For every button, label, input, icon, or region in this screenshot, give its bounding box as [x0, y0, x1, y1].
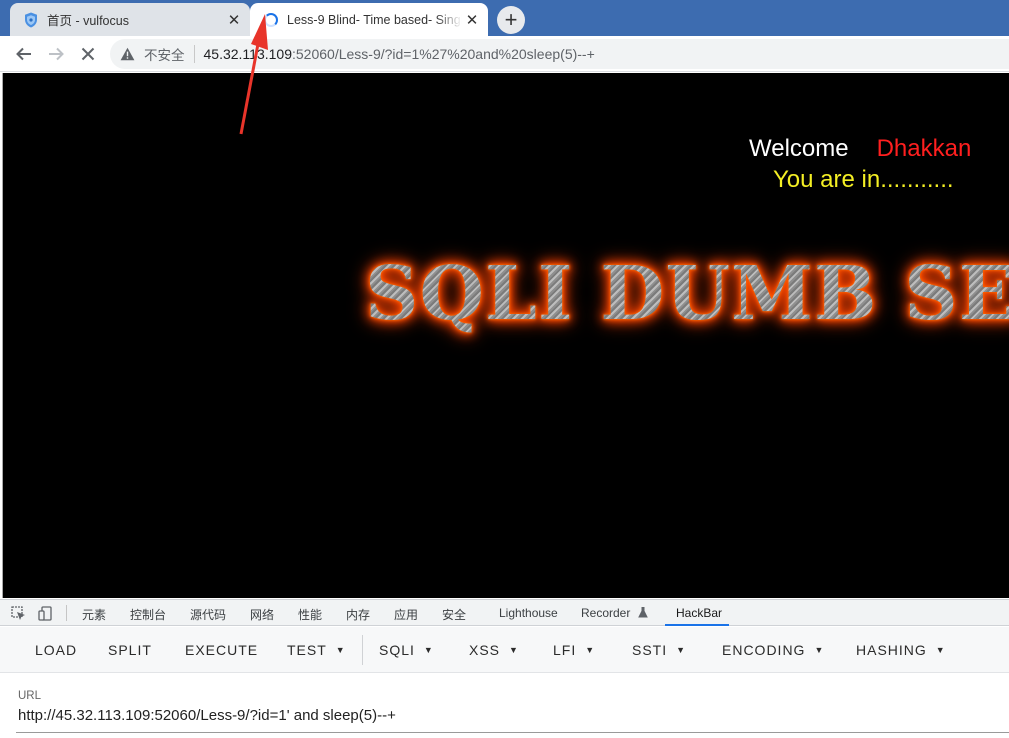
hackbar-toolbar: LOAD SPLIT EXECUTE TEST ▼ SQLI ▼ XSS ▼ LFI ▼…: [0, 627, 1009, 673]
load-button[interactable]: LOAD: [35, 642, 77, 658]
tab-less-9[interactable]: Less-9 Blind- Time based- Single Quotes-…: [250, 3, 488, 36]
tab-strip: 首页 - vulfocus ✕ Less-9 Blind- Time based…: [0, 0, 1009, 36]
hackbar-url-panel: URL http://45.32.113.109:52060/Less-9/?i…: [0, 674, 1009, 738]
welcome-text: Welcome: [749, 135, 849, 162]
tab-title: 首页 - vulfocus: [47, 14, 129, 28]
caret-down-icon: ▼: [585, 645, 596, 655]
devtools-tabbar: 元素 控制台 源代码 网络 性能 内存 应用 安全 Lighthouse Rec…: [0, 599, 1009, 626]
url-path: :52060/Less-9/?id=1%27%20and%20sleep(5)-…: [292, 46, 595, 62]
page-viewport: Welcome Dhakkan You are in........... SQL…: [2, 73, 1009, 598]
url-host: 45.32.113.109: [203, 46, 293, 62]
lfi-label: LFI: [553, 642, 577, 658]
active-tab-indicator: [665, 624, 729, 626]
caret-down-icon: ▼: [509, 645, 519, 655]
back-arrow-icon[interactable]: [10, 40, 38, 68]
loading-spinner-icon: [263, 12, 279, 28]
sqli-dropdown[interactable]: SQLI ▼: [379, 642, 434, 658]
hashing-label: HASHING: [856, 642, 927, 658]
device-toolbar-icon[interactable]: [37, 605, 53, 621]
tab-vulfocus[interactable]: 首页 - vulfocus ✕: [10, 3, 250, 36]
encoding-label: ENCODING: [722, 642, 806, 658]
browser-toolbar: 不安全 45.32.113.109:52060/Less-9/?id=1%27%…: [0, 36, 1009, 72]
url-field-label: URL: [18, 690, 42, 702]
devtools-tab-memory[interactable]: 内存: [346, 606, 370, 623]
lfi-dropdown[interactable]: LFI ▼: [553, 642, 595, 658]
divider: [362, 635, 363, 665]
caret-down-icon: ▼: [335, 645, 346, 655]
close-tab-icon[interactable]: ✕: [224, 10, 244, 30]
devtools-tab-elements[interactable]: 元素: [82, 606, 106, 623]
caret-down-icon: ▼: [423, 645, 434, 655]
url-text[interactable]: 45.32.113.109:52060/Less-9/?id=1%27%20an…: [204, 46, 595, 62]
ssti-label: SSTI: [632, 642, 668, 658]
devtools-tab-performance[interactable]: 性能: [298, 606, 322, 623]
new-tab-button[interactable]: +: [497, 6, 525, 34]
xss-label: XSS: [469, 642, 501, 658]
devtools-tab-network[interactable]: 网络: [250, 606, 274, 623]
url-field[interactable]: http://45.32.113.109:52060/Less-9/?id=1'…: [18, 707, 396, 724]
devtools-tab-application[interactable]: 应用: [394, 606, 418, 623]
stop-loading-icon[interactable]: [74, 40, 102, 68]
sqli-label: SQLI: [379, 642, 415, 658]
divider: [193, 45, 195, 63]
warning-icon[interactable]: [120, 46, 136, 62]
xss-dropdown[interactable]: XSS ▼: [469, 642, 519, 658]
hashing-dropdown[interactable]: HASHING ▼: [856, 642, 946, 658]
address-bar[interactable]: 不安全 45.32.113.109:52060/Less-9/?id=1%27%…: [110, 39, 1009, 69]
ssti-dropdown[interactable]: SSTI ▼: [632, 642, 686, 658]
welcome-line: Welcome Dhakkan: [749, 135, 971, 163]
inspect-element-icon[interactable]: [10, 605, 26, 621]
security-status[interactable]: 不安全: [144, 44, 185, 64]
divider: [66, 605, 67, 621]
status-message: You are in...........: [773, 166, 954, 193]
test-label: TEST: [287, 642, 327, 658]
devtools-tab-hackbar[interactable]: HackBar: [676, 606, 722, 620]
caret-down-icon: ▼: [814, 645, 825, 655]
devtools-tab-security[interactable]: 安全: [442, 606, 466, 623]
shield-icon: [23, 12, 39, 28]
caret-down-icon: ▼: [935, 645, 946, 655]
execute-button[interactable]: EXECUTE: [185, 642, 258, 658]
caret-down-icon: ▼: [676, 645, 687, 655]
close-tab-icon[interactable]: ✕: [462, 10, 482, 30]
devtools-tab-lighthouse[interactable]: Lighthouse: [499, 606, 558, 620]
recorder-label: Recorder: [581, 606, 631, 620]
tab-title: Less-9 Blind- Time based- Single Quotes-…: [287, 12, 462, 27]
devtools-tab-console[interactable]: 控制台: [130, 606, 166, 623]
flask-icon: [637, 607, 648, 618]
forward-arrow-icon[interactable]: [42, 40, 70, 68]
devtools-tab-recorder[interactable]: Recorder: [581, 606, 648, 620]
test-dropdown[interactable]: TEST ▼: [287, 642, 346, 658]
encoding-dropdown[interactable]: ENCODING ▼: [722, 642, 824, 658]
devtools-tab-sources[interactable]: 源代码: [190, 606, 226, 623]
split-button[interactable]: SPLIT: [108, 642, 152, 658]
url-field-underline: [16, 732, 1009, 733]
user-name: Dhakkan: [876, 135, 972, 162]
sqli-banner-logo: SQLI DUMB SERIES: [365, 251, 1009, 337]
